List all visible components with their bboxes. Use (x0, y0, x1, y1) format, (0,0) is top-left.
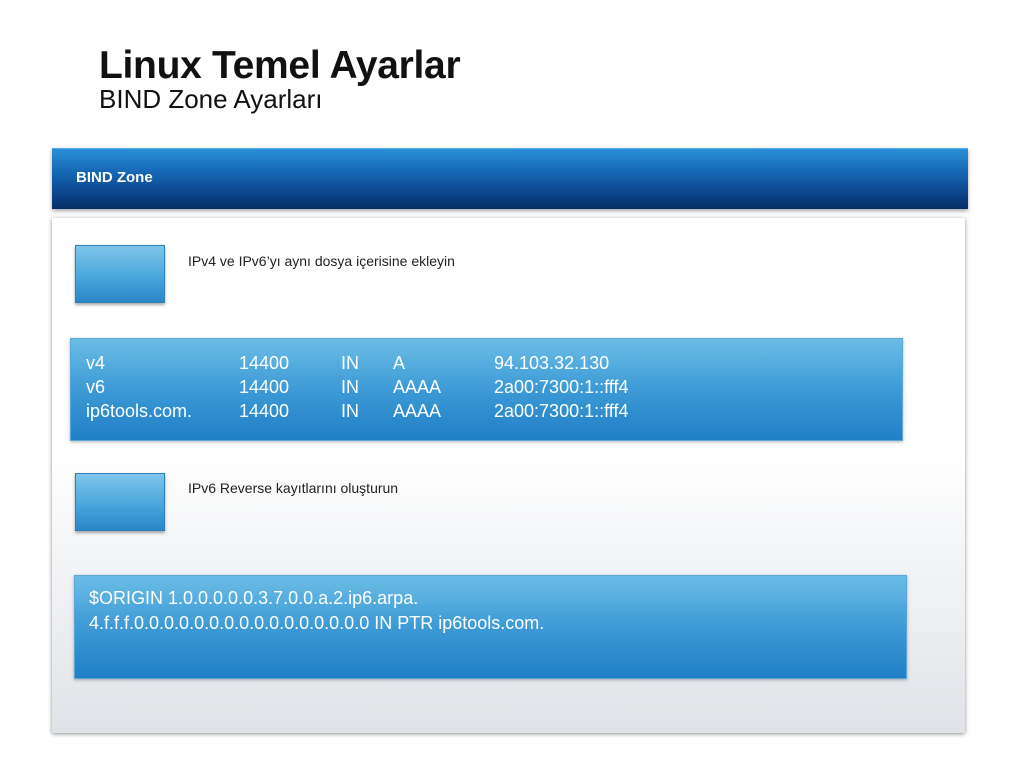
slide-subtitle: BIND Zone Ayarları (99, 84, 323, 114)
dns-record-row: ip6tools.com. 14400 IN AAAA 2a00:7300:1:… (86, 399, 674, 423)
bullet-box-2 (75, 473, 165, 531)
origin-line: $ORIGIN 1.0.0.0.0.0.3.7.0.0.a.2.ip6.arpa… (89, 588, 419, 608)
dns-record-row: v4 14400 IN A 94.103.32.130 (86, 351, 674, 375)
record-name: v4 (86, 353, 106, 373)
record-name: ip6tools.com. (86, 401, 193, 421)
record-ttl: 14400 (239, 401, 290, 421)
bullet-box-1 (75, 245, 165, 303)
record-ttl: 14400 (239, 353, 290, 373)
reverse-records-box: $ORIGIN 1.0.0.0.0.0.3.7.0.0.a.2.ip6.arpa… (74, 575, 907, 679)
record-value: 2a00:7300:1::fff4 (494, 401, 629, 421)
bullet-text-ipv6-reverse: IPv6 Reverse kayıtlarını oluşturun (188, 480, 399, 496)
record-class: IN (341, 353, 359, 373)
record-class: IN (341, 377, 359, 397)
record-type: A (393, 353, 406, 373)
section-header-label: BIND Zone (76, 169, 153, 186)
record-value: 2a00:7300:1::fff4 (494, 377, 629, 397)
record-ttl: 14400 (239, 377, 290, 397)
dns-records-table: v4 14400 IN A 94.103.32.130 v6 14400 IN … (86, 351, 674, 423)
record-value: 94.103.32.130 (494, 353, 610, 373)
record-type: AAAA (393, 401, 442, 421)
record-type: AAAA (393, 377, 442, 397)
dns-record-row: v6 14400 IN AAAA 2a00:7300:1::fff4 (86, 375, 674, 399)
record-name: v6 (86, 377, 106, 397)
ptr-record-line: 4.f.f.f.0.0.0.0.0.0.0.0.0.0.0.0.0.0.0.0 … (89, 613, 545, 633)
slide-title: Linux Temel Ayarlar (99, 44, 461, 87)
dns-records-box: v4 14400 IN A 94.103.32.130 v6 14400 IN … (70, 338, 903, 441)
record-class: IN (341, 401, 359, 421)
reverse-records-text: $ORIGIN 1.0.0.0.0.0.3.7.0.0.a.2.ip6.arpa… (89, 586, 544, 636)
section-header-bar: BIND Zone (52, 148, 968, 209)
bullet-text-ipv4-ipv6: IPv4 ve IPv6’yı aynı dosya içerisine ekl… (188, 253, 455, 269)
